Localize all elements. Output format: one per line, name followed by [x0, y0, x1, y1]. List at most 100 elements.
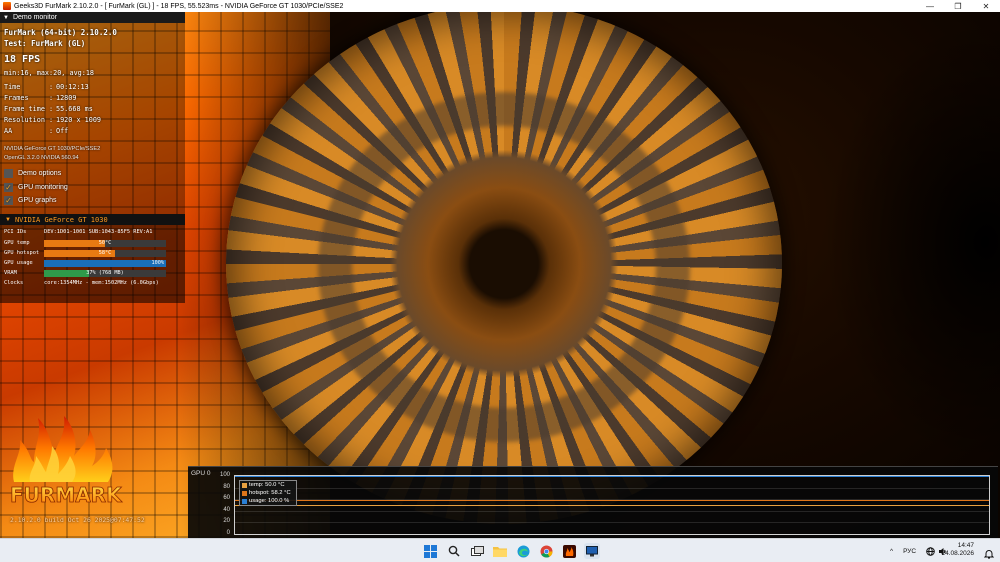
- stat-label: Frame time: [4, 105, 45, 113]
- taskbar-clock[interactable]: 14:47 24.08.2026: [941, 542, 974, 558]
- pci-ids-row: PCI IDs DEV:1D01-1001 SUB:1043-85F5 REV:…: [4, 228, 182, 236]
- notification-bell-icon[interactable]: [983, 546, 995, 559]
- stat-separator: :: [49, 83, 54, 91]
- gpu-stats-panel: PCI IDs DEV:1D01-1001 SUB:1043-85F5 REV:…: [0, 225, 185, 303]
- gpu-stat-bar: 58°C: [44, 249, 166, 257]
- legend-item: usage: 100.0 %: [240, 497, 296, 505]
- gpu-graphs-label: GPU graphs: [18, 197, 57, 204]
- tray-chevron-up-icon[interactable]: ^: [890, 548, 893, 555]
- renderer-text: NVIDIA GeForce GT 1030/PCIe/SSE2: [4, 146, 101, 152]
- test-name-text: Test: FurMark (GL): [4, 39, 86, 48]
- graph-plot-area: temp: 50.0 °C hotspot: 58.2 °C usage: 100.…: [234, 475, 990, 535]
- gpu-stat-bar: 50°C: [44, 239, 166, 247]
- maximize-button[interactable]: ❐: [944, 0, 972, 12]
- y-tick-label: 60: [223, 495, 230, 502]
- search-icon[interactable]: [446, 543, 462, 559]
- gpu-stat-bar: 100%: [44, 259, 166, 267]
- fps-readout: 18 FPS: [4, 54, 41, 65]
- series-line: [235, 476, 989, 477]
- demo-options-checkbox[interactable]: Demo options: [4, 169, 61, 178]
- gpu-monitoring-label: GPU monitoring: [18, 184, 68, 191]
- clocks-row: Clocks core:1354MHz - mem:1502MHz (6.0Gb…: [4, 279, 182, 287]
- gpu-name: NVIDIA GeForce GT 1030: [14, 215, 108, 224]
- gpu-stat-label: GPU temp: [4, 240, 30, 246]
- stat-value: Off: [56, 127, 69, 135]
- clocks-value: core:1354MHz - mem:1502MHz (6.0Gbps): [44, 280, 159, 286]
- stat-label: Time: [4, 83, 21, 91]
- graph-legend: temp: 50.0 °C hotspot: 58.2 °C usage: 100.…: [239, 480, 297, 506]
- y-tick-label: 0: [226, 530, 230, 536]
- pci-ids-label: PCI IDs: [4, 229, 27, 235]
- stat-label: AA: [4, 127, 13, 135]
- stat-separator: :: [49, 127, 54, 135]
- language-indicator[interactable]: РУС: [903, 548, 916, 555]
- clocks-label: Clocks: [4, 280, 24, 286]
- y-tick-label: 80: [223, 483, 230, 490]
- gpu-stat-row: GPU temp 50°C: [4, 239, 182, 247]
- gpu-stat-row: GPU hotspot 58°C: [4, 249, 182, 257]
- gpu-monitoring-checkbox[interactable]: ✓ GPU monitoring: [4, 183, 68, 192]
- legend-swatch: [242, 490, 247, 496]
- gridline: [235, 534, 989, 535]
- gpu-stat-value: 50°C: [98, 239, 112, 246]
- logo-wordmark: FURMARK: [10, 483, 123, 507]
- window-controls: — ❐ ✕: [916, 0, 1000, 12]
- stat-value: 55.668 ms: [56, 105, 93, 113]
- graph-title: GPU 0: [191, 470, 211, 477]
- clock-time: 14:47: [957, 542, 974, 549]
- gridline: [235, 487, 989, 489]
- furmark-monitor-icon[interactable]: [584, 543, 600, 559]
- clock-date: 24.08.2026: [941, 550, 974, 557]
- collapse-triangle-icon: ▼: [3, 14, 9, 21]
- gpu-section-header[interactable]: ▼ NVIDIA GeForce GT 1030: [0, 214, 185, 225]
- gpu-stat-value: 37% (768 MB): [86, 269, 124, 276]
- stat-separator: :: [49, 94, 54, 102]
- gpu-stat-bar: 37% (768 MB): [44, 269, 166, 277]
- stat-value: 00:12:13: [56, 83, 89, 91]
- gpu-stat-value: 58°C: [98, 249, 112, 256]
- file-explorer-icon[interactable]: [492, 543, 508, 559]
- demo-options-label: Demo options: [18, 170, 62, 177]
- gpu-stat-value: 100%: [151, 259, 165, 266]
- edge-icon[interactable]: [515, 543, 531, 559]
- stat-separator: :: [49, 105, 54, 113]
- furmark-icon[interactable]: [561, 543, 577, 559]
- checkbox-empty-icon: [4, 169, 13, 178]
- gpu-stat-label: VRAM: [4, 270, 17, 276]
- series-line: [235, 500, 989, 502]
- chrome-icon[interactable]: [538, 543, 554, 559]
- legend-label: temp: 50.0 °C: [249, 482, 285, 488]
- y-tick-label: 40: [223, 506, 230, 513]
- window-title-bar: Geeks3D FurMark 2.10.2.0 - [ FurMark (GL…: [0, 0, 1000, 12]
- checkmark-icon: ✓: [4, 183, 13, 192]
- checkmark-icon: ✓: [4, 196, 13, 205]
- stat-label: Resolution: [4, 116, 45, 124]
- y-tick-label: 20: [223, 518, 230, 525]
- opengl-text: OpenGL 3.2.0 NVIDIA 560.94: [4, 155, 79, 161]
- minimize-button[interactable]: —: [916, 0, 944, 12]
- gridline: [235, 510, 989, 512]
- gpu-graphs-checkbox[interactable]: ✓ GPU graphs: [4, 196, 57, 205]
- legend-item: hotspot: 58.2 °C: [240, 489, 296, 497]
- demo-monitor-title: Demo monitor: [12, 14, 57, 21]
- stat-value: 12809: [56, 94, 77, 102]
- legend-swatch: [242, 482, 247, 488]
- legend-label: hotspot: 58.2 °C: [249, 490, 291, 496]
- gpu-stat-row: VRAM 37% (768 MB): [4, 269, 182, 277]
- network-globe-icon[interactable]: [926, 546, 935, 556]
- gridline: [235, 522, 989, 524]
- window-title: Geeks3D FurMark 2.10.2.0 - [ FurMark (GL…: [14, 2, 344, 10]
- gpu-stat-label: GPU usage: [4, 260, 33, 266]
- gpu-graph-panel: GPU 0 100 80 60 40 20 0 temp: 50.0 °C hotspot:…: [188, 466, 998, 538]
- fps-stats: min:16, max:20, avg:18: [4, 69, 95, 77]
- build-info: 2.10.2.0 build Oct 26 2025@07:47:52: [10, 516, 145, 524]
- furmark-logo: FURMARK: [10, 416, 123, 507]
- stat-separator: :: [49, 116, 54, 124]
- legend-label: usage: 100.0 %: [249, 498, 290, 504]
- close-button[interactable]: ✕: [972, 0, 1000, 12]
- collapse-triangle-icon: ▼: [5, 216, 11, 223]
- task-view-icon[interactable]: [469, 543, 485, 559]
- demo-monitor-header[interactable]: ▼ Demo monitor: [0, 12, 185, 23]
- windows-start-icon[interactable]: [422, 543, 438, 559]
- y-tick-label: 100: [219, 472, 230, 478]
